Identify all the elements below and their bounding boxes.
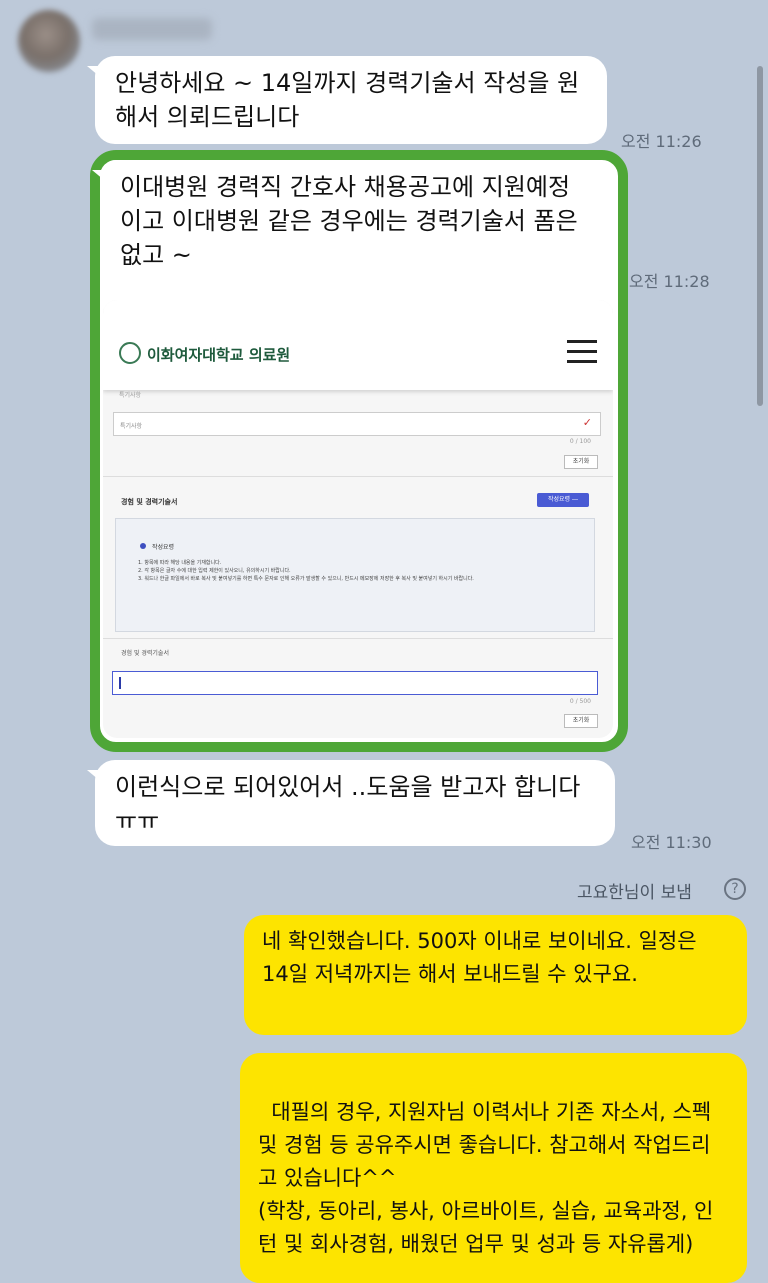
scrollbar[interactable] xyxy=(757,66,763,406)
divider xyxy=(103,638,613,639)
field1-value: 특기사항 xyxy=(120,423,143,430)
outgoing-message-1[interactable]: 네 확인했습니다. 500자 이내로 보이네요. 일정은 14일 저녁까지는 해… xyxy=(244,915,747,1035)
sender-avatar[interactable] xyxy=(18,10,80,72)
hospital-seal-icon xyxy=(119,342,141,364)
divider xyxy=(103,476,613,477)
message-time-3: 오전 11:30 xyxy=(631,833,712,852)
reset-button-1: 초기화 xyxy=(564,455,598,469)
message-text: 네 확인했습니다. 500자 이내로 보이네요. 일정은 14일 저녁까지는 해… xyxy=(262,929,697,986)
guide-title: 작성요령 xyxy=(152,544,175,551)
reset-button-2: 초기화 xyxy=(564,714,598,728)
field1-input: 특기사항 ✓ xyxy=(113,412,601,436)
check-icon: ✓ xyxy=(582,416,592,429)
outgoing-message-2[interactable]: 대필의 경우, 지원자님 이력서나 기존 자소서, 스펙 및 경험 등 공유주시… xyxy=(240,1053,747,1283)
sender-name xyxy=(92,18,212,40)
guide-line-1: 1. 항목에 따라 해당 내용을 기재합니다. xyxy=(138,560,222,566)
incoming-message-3[interactable]: 이런식으로 되어있어서 ..도움을 받고자 합니다 ㅠㅠ xyxy=(87,760,615,846)
guide-line-2: 2. 각 항목은 글자 수에 대한 입력 제한이 있사오니, 유의하시기 바랍니… xyxy=(138,568,291,574)
guide-box: 작성요령 1. 항목에 따라 해당 내용을 기재합니다. 2. 각 항목은 글자… xyxy=(115,518,595,632)
text-cursor xyxy=(119,677,121,689)
message-time-1: 오전 11:26 xyxy=(621,132,702,151)
section-title: 경험 및 경력기술서 xyxy=(121,498,178,506)
hospital-name: 이화여자대학교 의료원 xyxy=(147,346,291,364)
image-header: 이화여자대학교 의료원 xyxy=(103,300,613,390)
menu-icon xyxy=(567,340,597,364)
message-text: 이대병원 경력직 간호사 채용공고에 지원예정이고 이대병원 같은 경우에는 경… xyxy=(120,173,578,269)
incoming-message-2[interactable]: 이대병원 경력직 간호사 채용공고에 지원예정이고 이대병원 같은 경우에는 경… xyxy=(92,160,612,286)
field1-label: 특기사항 xyxy=(119,392,142,399)
help-icon[interactable]: ? xyxy=(724,878,746,900)
message-text: 이런식으로 되어있어서 ..도움을 받고자 합니다 ㅠㅠ xyxy=(115,773,581,835)
message-text: 대필의 경우, 지원자님 이력서나 기존 자소서, 스펙 및 경험 등 공유주시… xyxy=(258,1100,714,1256)
field2-counter: 0 / 500 xyxy=(569,698,591,705)
bullet-icon xyxy=(140,543,146,549)
sent-by-label: 고요한님이 보냄 xyxy=(577,883,692,903)
guide-toggle-button: 작성요령 ― xyxy=(537,493,589,507)
field2-label: 경험 및 경력기술서 xyxy=(121,650,169,657)
guide-line-3: 3. 워드나 한글 파일에서 바로 복사 및 붙여넣기를 하면 특수 문자로 인… xyxy=(138,576,474,582)
field1-counter: 0 / 100 xyxy=(569,438,591,445)
message-time-2: 오전 11:28 xyxy=(629,272,710,291)
attached-image[interactable]: 이화여자대학교 의료원 특기사항 특기사항 ✓ 0 / 100 초기화 경험 및… xyxy=(103,300,613,738)
incoming-message-1[interactable]: 안녕하세요 ~ 14일까지 경력기술서 작성을 원해서 의뢰드립니다 xyxy=(87,56,607,144)
message-text: 안녕하세요 ~ 14일까지 경력기술서 작성을 원해서 의뢰드립니다 xyxy=(115,69,580,131)
field2-input xyxy=(112,671,598,695)
